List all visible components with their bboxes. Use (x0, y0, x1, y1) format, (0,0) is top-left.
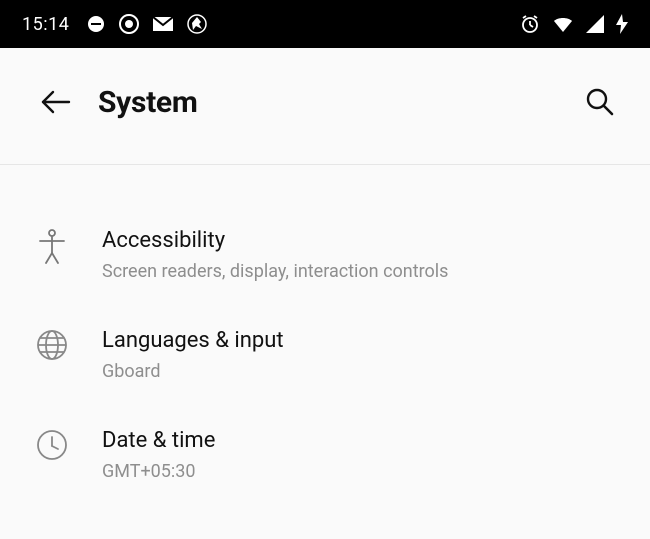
wifi-icon (552, 15, 574, 33)
battery-charging-icon (616, 14, 628, 34)
search-icon (585, 87, 615, 117)
row-subtitle: Screen readers, display, interaction con… (102, 260, 620, 283)
search-button[interactable] (578, 80, 622, 124)
settings-list: Accessibility Screen readers, display, i… (0, 165, 650, 505)
language-icon (36, 327, 84, 361)
row-date-time[interactable]: Date & time GMT+05:30 (0, 405, 650, 505)
page-title: System (98, 85, 198, 120)
status-time: 15:14 (22, 14, 69, 35)
clock-icon (36, 427, 84, 461)
row-title: Languages & input (102, 327, 620, 356)
gmail-icon (153, 17, 173, 31)
cellular-icon (586, 15, 604, 33)
accessibility-icon (36, 227, 84, 265)
back-button[interactable] (36, 82, 76, 122)
alarm-icon (520, 14, 540, 34)
row-languages-input[interactable]: Languages & input Gboard (0, 305, 650, 405)
arrow-left-icon (41, 90, 71, 114)
app-header: System (0, 48, 650, 165)
notification-icon (87, 15, 105, 33)
row-subtitle: GMT+05:30 (102, 460, 620, 483)
row-title: Date & time (102, 427, 620, 456)
browser-icon (187, 14, 207, 34)
row-accessibility[interactable]: Accessibility Screen readers, display, i… (0, 205, 650, 305)
status-bar: 15:14 (0, 0, 650, 48)
row-subtitle: Gboard (102, 360, 620, 383)
circle-icon (119, 14, 139, 34)
row-title: Accessibility (102, 227, 620, 256)
